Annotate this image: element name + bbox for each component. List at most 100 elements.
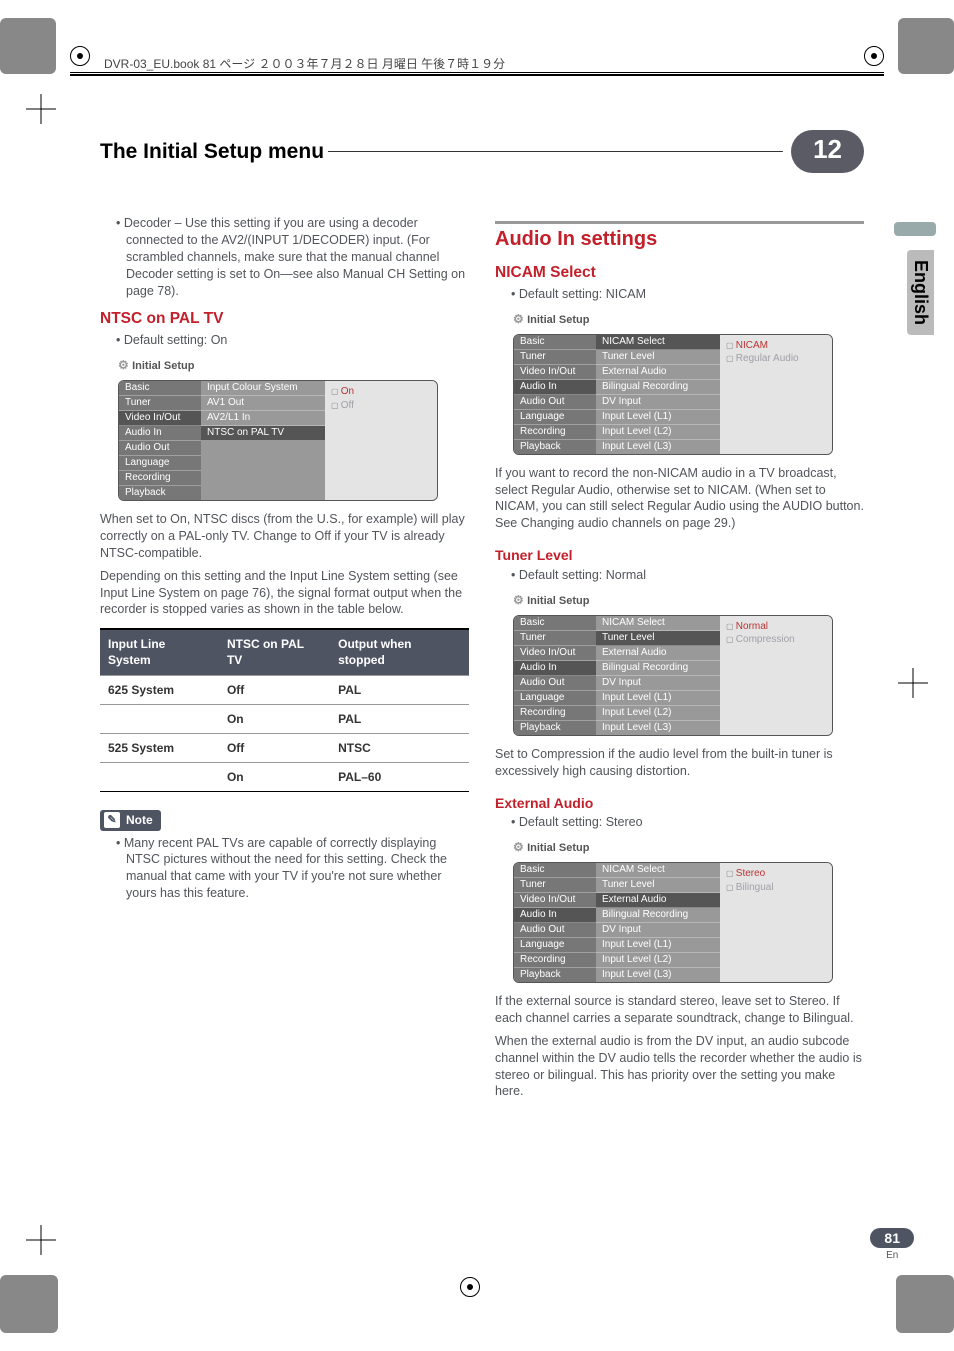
tuner-default: Default setting: Normal <box>507 567 864 584</box>
menu-option[interactable]: Off <box>331 399 431 413</box>
menu-category[interactable]: Audio Out <box>514 923 596 938</box>
page-number-block: 81 En <box>870 1228 914 1261</box>
menu-category[interactable]: Video In/Out <box>119 411 201 426</box>
menu-item[interactable]: Tuner Level <box>596 631 720 646</box>
external-audio-paragraph-2: When the external audio is from the DV i… <box>495 1033 864 1101</box>
ui-panel-title: Initial Setup <box>513 592 833 609</box>
content-area: English The Initial Setup menu 12 Decode… <box>100 130 864 1291</box>
menu-category[interactable]: Playback <box>514 440 596 454</box>
menu-item[interactable]: Input Colour System <box>201 381 325 396</box>
output-table: Input Line SystemNTSC on PAL TVOutput wh… <box>100 628 469 792</box>
menu-option[interactable]: Compression <box>726 633 826 647</box>
menu-category[interactable]: Playback <box>514 721 596 735</box>
table-cell <box>100 763 219 792</box>
menu-category[interactable]: Video In/Out <box>514 646 596 661</box>
menu-item[interactable]: Input Level (L3) <box>596 721 720 735</box>
menu-category[interactable]: Audio Out <box>514 676 596 691</box>
menu-item[interactable]: NICAM Select <box>596 335 720 350</box>
page-number: 81 <box>870 1228 914 1248</box>
menu-category[interactable]: Basic <box>514 863 596 878</box>
menu-category[interactable]: Audio In <box>514 380 596 395</box>
table-cell: 625 System <box>100 675 219 704</box>
ntsc-default: Default setting: On <box>112 332 469 349</box>
menu-category[interactable]: Basic <box>514 335 596 350</box>
menu-category[interactable]: Video In/Out <box>514 893 596 908</box>
menu-category[interactable]: Tuner <box>514 631 596 646</box>
menu-category[interactable]: Basic <box>514 616 596 631</box>
menu-item[interactable]: AV2/L1 In <box>201 411 325 426</box>
page: DVR-03_EU.book 81 ページ ２００３年７月２８日 月曜日 午後７… <box>0 0 954 1351</box>
menu-item[interactable]: Tuner Level <box>596 350 720 365</box>
menu-category[interactable]: Recording <box>119 471 201 486</box>
menu-item[interactable]: NICAM Select <box>596 863 720 878</box>
ui-panel-body: BasicTunerVideo In/OutAudio InAudio OutL… <box>118 380 438 501</box>
two-column-layout: Decoder – Use this setting if you are us… <box>100 213 864 1106</box>
menu-item[interactable]: External Audio <box>596 893 720 908</box>
menu-category[interactable]: Language <box>514 410 596 425</box>
menu-item[interactable]: NICAM Select <box>596 616 720 631</box>
menu-category[interactable]: Tuner <box>119 396 201 411</box>
ntsc-ui-panel: Initial Setup BasicTunerVideo In/OutAudi… <box>118 357 438 501</box>
menu-category[interactable]: Playback <box>119 486 201 500</box>
menu-option[interactable]: Stereo <box>726 867 826 881</box>
menu-category[interactable]: Recording <box>514 953 596 968</box>
menu-item[interactable]: Input Level (L2) <box>596 953 720 968</box>
title-rule <box>328 151 783 152</box>
menu-item[interactable]: External Audio <box>596 646 720 661</box>
menu-option[interactable]: On <box>331 385 431 399</box>
menu-category[interactable]: Basic <box>119 381 201 396</box>
menu-option[interactable]: NICAM <box>726 339 826 353</box>
menu-item[interactable]: AV1 Out <box>201 396 325 411</box>
menu-item[interactable]: Input Level (L2) <box>596 425 720 440</box>
menu-category[interactable]: Audio Out <box>119 441 201 456</box>
menu-item[interactable]: DV Input <box>596 923 720 938</box>
menu-option[interactable]: Regular Audio <box>726 352 826 366</box>
menu-item[interactable]: NTSC on PAL TV <box>201 426 325 440</box>
menu-category[interactable]: Audio In <box>514 908 596 923</box>
menu-category[interactable]: Audio In <box>514 661 596 676</box>
menu-category[interactable]: Language <box>514 691 596 706</box>
menu-option[interactable]: Bilingual <box>726 881 826 895</box>
menu-item[interactable]: Input Level (L3) <box>596 440 720 454</box>
table-cell <box>100 704 219 733</box>
menu-item[interactable]: DV Input <box>596 395 720 410</box>
decoder-text: Decoder – Use this setting if you are us… <box>124 216 465 298</box>
tuner-paragraph: Set to Compression if the audio level fr… <box>495 746 864 780</box>
menu-category[interactable]: Tuner <box>514 878 596 893</box>
table-cell: On <box>219 704 330 733</box>
menu-category[interactable]: Video In/Out <box>514 365 596 380</box>
tuner-ui-panel: Initial Setup BasicTunerVideo In/OutAudi… <box>513 592 833 736</box>
audio-in-heading: Audio In settings <box>495 221 864 253</box>
menu-category[interactable]: Recording <box>514 425 596 440</box>
menu-item[interactable]: Bilingual Recording <box>596 908 720 923</box>
print-registration-cross <box>26 94 56 124</box>
menu-item[interactable]: Tuner Level <box>596 878 720 893</box>
menu-option[interactable]: Normal <box>726 620 826 634</box>
menu-category[interactable]: Recording <box>514 706 596 721</box>
menu-category[interactable]: Audio In <box>119 426 201 441</box>
table-cell: Off <box>219 675 330 704</box>
table-cell: NTSC <box>330 734 469 763</box>
nicam-ui-panel: Initial Setup BasicTunerVideo In/OutAudi… <box>513 311 833 455</box>
table-header: NTSC on PAL TV <box>219 629 330 675</box>
menu-item[interactable]: Input Level (L1) <box>596 938 720 953</box>
menu-category[interactable]: Language <box>514 938 596 953</box>
menu-category[interactable]: Audio Out <box>514 395 596 410</box>
menu-item[interactable]: Bilingual Recording <box>596 380 720 395</box>
page-title: The Initial Setup menu <box>100 136 324 168</box>
menu-category[interactable]: Tuner <box>514 350 596 365</box>
left-column: Decoder – Use this setting if you are us… <box>100 213 469 1106</box>
corner-decoration <box>0 18 56 74</box>
print-registration-dot <box>864 46 884 66</box>
external-audio-ui-panel: Initial Setup BasicTunerVideo In/OutAudi… <box>513 839 833 983</box>
menu-item[interactable]: Input Level (L1) <box>596 410 720 425</box>
menu-category[interactable]: Playback <box>514 968 596 982</box>
menu-item[interactable]: Input Level (L2) <box>596 706 720 721</box>
menu-item[interactable]: Input Level (L3) <box>596 968 720 982</box>
menu-item[interactable]: External Audio <box>596 365 720 380</box>
menu-item[interactable]: DV Input <box>596 676 720 691</box>
menu-item[interactable]: Input Level (L1) <box>596 691 720 706</box>
menu-item[interactable]: Bilingual Recording <box>596 661 720 676</box>
menu-category[interactable]: Language <box>119 456 201 471</box>
external-audio-paragraph-1: If the external source is standard stere… <box>495 993 864 1027</box>
